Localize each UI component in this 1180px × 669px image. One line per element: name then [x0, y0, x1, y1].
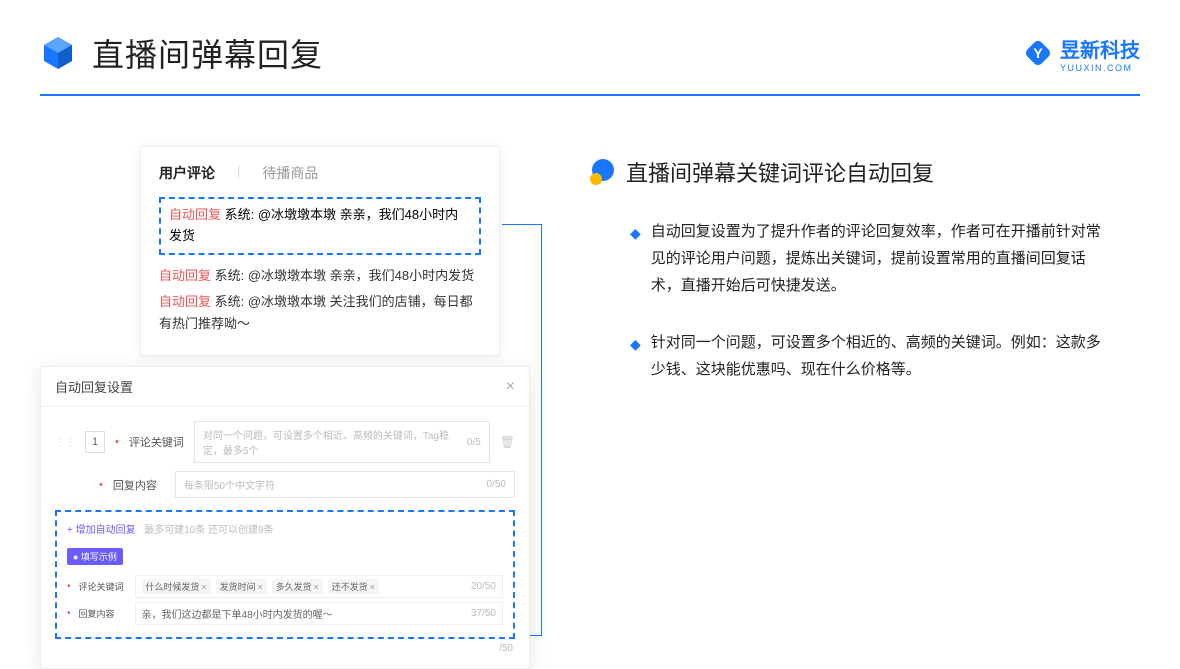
ex-content-count: 37/50 — [471, 608, 496, 619]
chip-remove-icon[interactable]: × — [258, 582, 263, 592]
brand-logo: Y 昱新科技 YUUXIN.COM — [1024, 34, 1140, 73]
bullet-item: ◆ 自动回复设置为了提升作者的评论回复效率，作者可在开播前针对常见的评论用户问题… — [630, 218, 1140, 299]
content-input[interactable]: 每条限50个中文字符 0/50 — [175, 471, 515, 498]
close-icon[interactable]: × — [506, 378, 515, 396]
brand-name: 昱新科技 — [1060, 34, 1140, 63]
required-dot: • — [67, 581, 71, 592]
section-header: 直播间弹幕关键词评论自动回复 — [590, 156, 1140, 188]
keyword-placeholder: 对同一个问题，可设置多个相近、高频的关键词，Tag稳定，最多5个 — [203, 427, 467, 457]
page-header: 直播间弹幕回复 Y 昱新科技 YUUXIN.COM — [0, 0, 1180, 94]
svg-text:Y: Y — [1033, 45, 1043, 61]
comment-text: 系统: @冰墩墩本墩 亲亲，我们48小时内发货 — [215, 268, 475, 283]
comment-row: 自动回复 系统: @冰墩墩本墩 关注我们的店铺，每日都有热门推荐呦～ — [159, 291, 481, 335]
ex-content-label: 回复内容 — [79, 607, 127, 620]
keyword-chip[interactable]: 还不发货× — [328, 579, 379, 594]
brand-subtitle: YUUXIN.COM — [1060, 63, 1140, 73]
keyword-input[interactable]: 对同一个问题，可设置多个相近、高频的关键词，Tag稳定，最多5个 0/5 — [194, 421, 490, 463]
chat-bubble-icon — [590, 159, 616, 185]
ex-keyword-count: 20/50 — [471, 581, 496, 592]
ex-content-input[interactable]: 亲，我们这边都是下单48小时内发货的喔～ 37/50 — [135, 602, 503, 625]
content-label: 回复内容 — [113, 477, 165, 493]
required-dot: • — [115, 436, 119, 448]
section-title: 直播间弹幕关键词评论自动回复 — [626, 156, 934, 188]
highlighted-comment: 自动回复 系统: @冰墩墩本墩 亲亲，我们48小时内发货 — [159, 197, 481, 255]
add-auto-reply-link[interactable]: + 增加自动回复 — [67, 525, 136, 536]
header-divider — [40, 94, 1140, 96]
chip-remove-icon[interactable]: × — [202, 582, 207, 592]
example-content-row: • 回复内容 亲，我们这边都是下单48小时内发货的喔～ 37/50 — [67, 602, 503, 625]
cube-icon — [40, 35, 76, 71]
comments-card: 用户评论 | 待播商品 自动回复 系统: @冰墩墩本墩 亲亲，我们48小时内发货… — [140, 146, 500, 356]
example-highlight: + 增加自动回复 最多可建10条 还可以创建9条 ● 填写示例 • 评论关键词 … — [55, 510, 515, 639]
auto-reply-tag: 自动回复 — [159, 268, 211, 283]
bullet-list: ◆ 自动回复设置为了提升作者的评论回复效率，作者可在开播前针对常见的评论用户问题… — [590, 218, 1140, 383]
keyword-row: ⋮⋮ 1 • 评论关键词 对同一个问题，可设置多个相近、高频的关键词，Tag稳定… — [55, 421, 515, 463]
keyword-chip[interactable]: 发货时间× — [216, 579, 267, 594]
auto-reply-tag: 自动回复 — [169, 207, 221, 222]
diamond-marker-icon: ◆ — [630, 332, 641, 383]
keyword-chip[interactable]: 什么时候发货× — [142, 579, 211, 594]
delete-icon[interactable]: 🗑 — [500, 435, 515, 449]
keyword-count: 0/5 — [467, 437, 481, 448]
drag-icon[interactable]: ⋮⋮ — [55, 437, 75, 448]
keyword-label: 评论关键词 — [129, 434, 184, 450]
brand-diamond-icon: Y — [1024, 39, 1052, 67]
content-placeholder: 每条限50个中文字符 — [184, 477, 275, 492]
keyword-chip[interactable]: 多久发货× — [272, 579, 323, 594]
content-row: • 回复内容 每条限50个中文字符 0/50 — [55, 471, 515, 498]
chip-remove-icon[interactable]: × — [370, 582, 375, 592]
example-keyword-row: • 评论关键词 什么时候发货× 发货时间× 多久发货× 还不发货× 20/50 — [67, 575, 503, 598]
screenshot-panel: 用户评论 | 待播商品 自动回复 系统: @冰墩墩本墩 亲亲，我们48小时内发货… — [40, 146, 540, 413]
bullet-item: ◆ 针对同一个问题，可设置多个相近的、高频的关键词。例如：这款多少钱、这块能优惠… — [630, 329, 1140, 383]
bullet-text: 自动回复设置为了提升作者的评论回复效率，作者可在开播前针对常见的评论用户问题，提… — [651, 218, 1111, 299]
add-hint: 最多可建10条 还可以创建9条 — [144, 525, 273, 536]
diamond-marker-icon: ◆ — [630, 221, 641, 299]
settings-card: 自动回复设置 × ⋮⋮ 1 • 评论关键词 对同一个问题，可设置多个相近、高频的… — [40, 366, 530, 669]
required-dot: • — [67, 608, 71, 619]
ex-content-value: 亲，我们这边都是下单48小时内发货的喔～ — [142, 606, 333, 621]
tab-pending-goods[interactable]: 待播商品 — [262, 163, 318, 183]
content-count: 0/50 — [487, 479, 506, 490]
chip-remove-icon[interactable]: × — [314, 582, 319, 592]
required-dot: • — [99, 479, 103, 491]
chip-container: 什么时候发货× 发货时间× 多久发货× 还不发货× — [142, 579, 381, 594]
settings-header: 自动回复设置 × — [41, 367, 529, 407]
comment-row: 自动回复 系统: @冰墩墩本墩 亲亲，我们48小时内发货 — [159, 265, 481, 287]
example-badge: ● 填写示例 — [67, 548, 123, 565]
index-box: 1 — [85, 431, 105, 453]
tab-separator: | — [237, 163, 240, 183]
page-title: 直播间弹幕回复 — [92, 30, 323, 76]
ex-keyword-label: 评论关键词 — [79, 580, 127, 593]
tab-user-comments[interactable]: 用户评论 — [159, 163, 215, 183]
ex-keyword-input[interactable]: 什么时候发货× 发货时间× 多久发货× 还不发货× 20/50 — [135, 575, 503, 598]
bullet-text: 针对同一个问题，可设置多个相近的、高频的关键词。例如：这款多少钱、这块能优惠吗、… — [651, 329, 1111, 383]
description-panel: 直播间弹幕关键词评论自动回复 ◆ 自动回复设置为了提升作者的评论回复效率，作者可… — [590, 146, 1140, 413]
auto-reply-tag: 自动回复 — [159, 294, 211, 309]
comment-tabs: 用户评论 | 待播商品 — [159, 163, 481, 183]
outer-count: /50 — [55, 639, 515, 654]
settings-title: 自动回复设置 — [55, 377, 133, 396]
